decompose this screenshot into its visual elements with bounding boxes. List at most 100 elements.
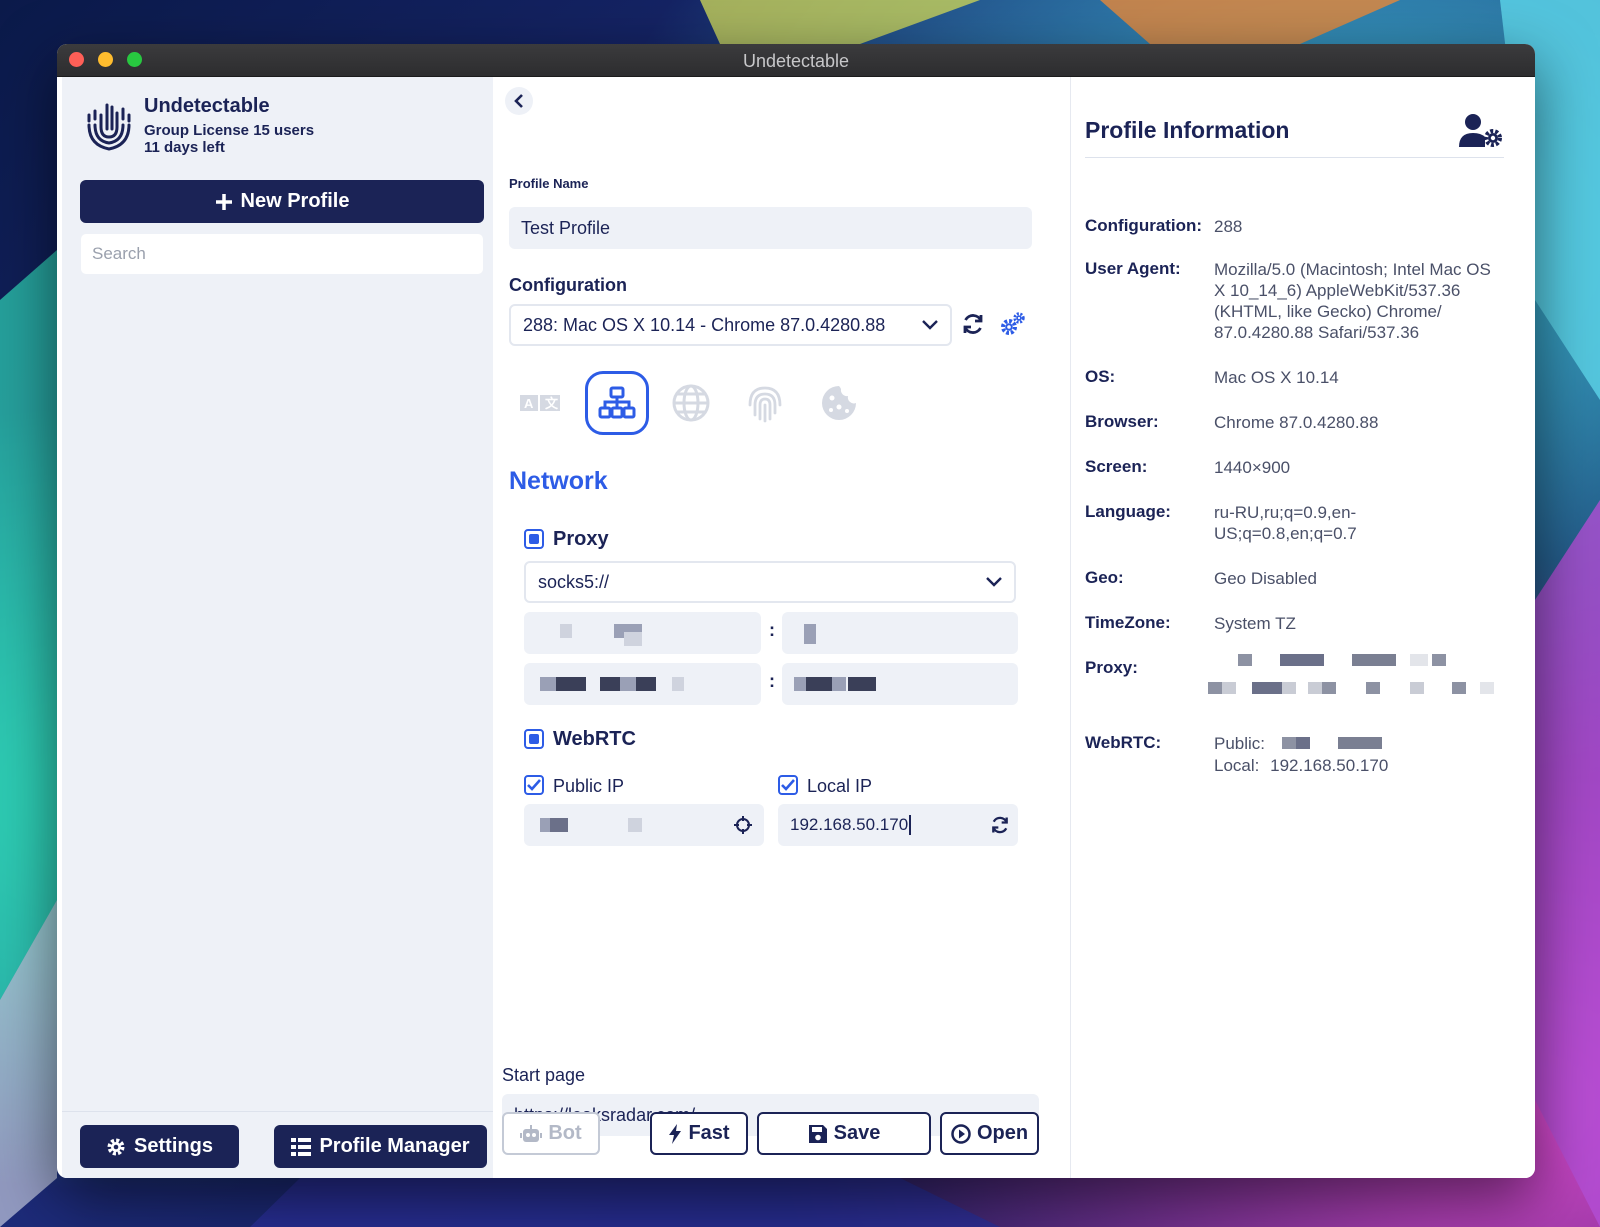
proxy-host-input[interactable] <box>524 612 761 654</box>
proxy-protocol-value: socks5:// <box>538 571 610 592</box>
user-settings-button[interactable] <box>1459 113 1505 154</box>
redacted-block <box>1410 682 1424 694</box>
cookies-tab[interactable] <box>807 371 871 435</box>
timezone-value: System TZ <box>1214 614 1296 633</box>
redacted-block <box>1282 682 1296 694</box>
gear-icon <box>107 1138 125 1155</box>
local-ip-value: 192.168.50.170 <box>790 815 909 834</box>
network-section-title: Network <box>509 467 608 495</box>
crosshair-icon[interactable] <box>734 816 752 834</box>
language-tab-icon: A 文 <box>520 395 560 411</box>
public-ip-checkbox[interactable] <box>524 775 544 795</box>
refresh-icon[interactable] <box>990 815 1010 835</box>
host-port-separator: : <box>769 620 775 640</box>
webrtc-checkbox[interactable] <box>524 729 544 749</box>
redacted-block <box>624 632 642 646</box>
language-key: Language: <box>1085 502 1171 521</box>
checkmark-icon <box>781 779 795 791</box>
search-input[interactable] <box>81 234 483 274</box>
checkmark-icon <box>527 779 541 791</box>
profile-manager-label: Profile Manager <box>319 1135 470 1157</box>
fingerprint-tab[interactable] <box>733 371 797 435</box>
redacted-block <box>1222 682 1236 694</box>
profile-info-title: Profile Information <box>1085 117 1290 143</box>
profile-manager-button[interactable]: Profile Manager <box>274 1125 487 1168</box>
new-profile-button[interactable]: New Profile <box>80 180 484 223</box>
config-settings-button[interactable] <box>998 309 1028 339</box>
refresh-config-button[interactable] <box>958 309 988 339</box>
geo-key: Geo: <box>1085 568 1124 587</box>
robot-icon <box>520 1124 543 1142</box>
new-profile-label: New Profile <box>240 190 350 212</box>
webrtc-local-label: Local: <box>1214 756 1260 775</box>
browser-key: Browser: <box>1085 412 1159 431</box>
local-ip-checkbox[interactable] <box>778 775 798 795</box>
license-info: Group License 15 users 11 days left <box>144 122 314 156</box>
user-agent-value: Mozilla/5.0 (Macintosh; Intel Mac OS X 1… <box>1214 260 1491 342</box>
globe-tab-icon <box>672 384 710 422</box>
text-cursor <box>909 815 911 835</box>
config-key: Configuration: <box>1085 216 1203 235</box>
app-window: Undetectable Undetectable Group License … <box>57 44 1535 1178</box>
geo-tab[interactable] <box>659 371 723 435</box>
app-name: Undetectable <box>144 95 270 117</box>
bot-button[interactable]: Bot <box>502 1112 600 1155</box>
redacted-block <box>794 677 806 691</box>
window-title: Undetectable <box>742 51 850 71</box>
os-key: OS: <box>1085 367 1116 386</box>
sidebar-footer: Settings Profile Manager <box>62 1111 493 1178</box>
gears-icon <box>1001 312 1025 335</box>
redacted-block <box>832 677 846 691</box>
user-agent-key: User Agent: <box>1085 259 1181 278</box>
sidebar: Undetectable Group License 15 users 11 d… <box>62 77 493 1178</box>
network-tab-icon <box>598 386 636 419</box>
redacted-block <box>540 818 550 832</box>
public-ip-input[interactable] <box>524 804 764 846</box>
play-circle-icon <box>951 1123 971 1144</box>
proxy-protocol-select[interactable]: socks5:// <box>524 561 1016 603</box>
floppy-disk-icon <box>808 1124 827 1143</box>
redacted-block <box>1280 654 1324 666</box>
chevron-down-icon <box>986 577 1002 587</box>
save-label: Save <box>833 1122 881 1144</box>
configuration-label: Configuration <box>509 275 627 295</box>
browser-value: Chrome 87.0.4280.88 <box>1214 413 1379 432</box>
redacted-block <box>1480 682 1494 694</box>
redacted-block <box>1352 654 1396 666</box>
redacted-block <box>1282 737 1296 749</box>
os-value: Mac OS X 10.14 <box>1214 368 1339 387</box>
redacted-block <box>1452 682 1466 694</box>
redacted-block <box>628 818 642 832</box>
proxy-password-input[interactable] <box>782 663 1018 705</box>
open-label: Open <box>976 1122 1029 1144</box>
local-ip-label: Local IP <box>807 776 873 796</box>
save-button[interactable]: Save <box>757 1112 931 1155</box>
settings-button[interactable]: Settings <box>80 1125 239 1168</box>
redacted-block <box>1308 682 1322 694</box>
redacted-block <box>672 677 684 691</box>
proxy-key: Proxy: <box>1085 658 1138 677</box>
local-ip-input[interactable]: 192.168.50.170 <box>778 804 1018 846</box>
open-button[interactable]: Open <box>940 1112 1039 1155</box>
redacted-block <box>620 677 636 691</box>
proxy-checkbox[interactable] <box>524 529 544 549</box>
title-bar: Undetectable <box>57 44 1535 77</box>
proxy-checkbox-fill <box>529 534 539 544</box>
redacted-block <box>1410 654 1428 666</box>
fast-button[interactable]: Fast <box>650 1112 748 1155</box>
profile-name-input[interactable]: Test Profile <box>509 207 1032 249</box>
language-tab[interactable]: A 文 <box>508 371 572 435</box>
proxy-label: Proxy <box>553 528 609 550</box>
webrtc-public-label: Public: <box>1214 734 1266 753</box>
proxy-port-input[interactable] <box>782 612 1018 654</box>
proxy-login-input[interactable] <box>524 663 761 705</box>
redacted-block <box>1238 654 1252 666</box>
configuration-select[interactable]: 288: Mac OS X 10.14 - Chrome 87.0.4280.8… <box>509 304 952 346</box>
cookie-tab-icon <box>822 386 856 420</box>
network-tab[interactable] <box>585 371 649 435</box>
back-button[interactable] <box>505 87 533 115</box>
screen-key: Screen: <box>1085 457 1148 476</box>
public-ip-label: Public IP <box>553 776 625 796</box>
language-value: ru-RU,ru;q=0.9,en-US;q=0.8,en;q=0.7 <box>1214 503 1357 543</box>
webrtc-local-line: Local: 192.168.50.170 <box>1214 755 1504 776</box>
